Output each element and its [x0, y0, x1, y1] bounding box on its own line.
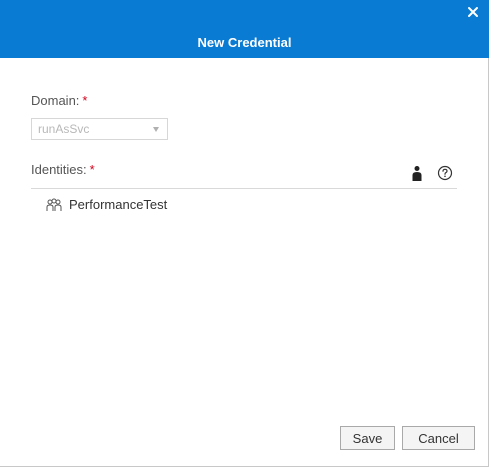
save-button[interactable]: Save: [340, 426, 395, 450]
domain-select-value: runAsSvc: [38, 122, 90, 136]
domain-select[interactable]: runAsSvc: [31, 118, 168, 140]
user-icon[interactable]: [411, 165, 423, 181]
required-marker: *: [82, 93, 88, 108]
new-credential-dialog: New Credential Domain: * runAsSvc Identit…: [0, 0, 489, 467]
dialog-title: New Credential: [197, 35, 292, 50]
identities-divider: [31, 188, 457, 189]
dialog-title-bar: New Credential: [0, 0, 489, 58]
close-icon[interactable]: [467, 6, 479, 18]
help-icon[interactable]: [437, 165, 453, 181]
domain-label: Domain: *: [31, 93, 87, 108]
domain-label-text: Domain:: [31, 93, 80, 108]
identities-label-text: Identities:: [31, 162, 87, 177]
cancel-button[interactable]: Cancel: [402, 426, 475, 450]
group-icon: [46, 198, 62, 211]
identity-label: PerformanceTest: [69, 197, 168, 212]
identities-label: Identities: *: [31, 162, 95, 177]
chevron-down-icon: [153, 127, 159, 132]
required-marker: *: [89, 162, 95, 177]
